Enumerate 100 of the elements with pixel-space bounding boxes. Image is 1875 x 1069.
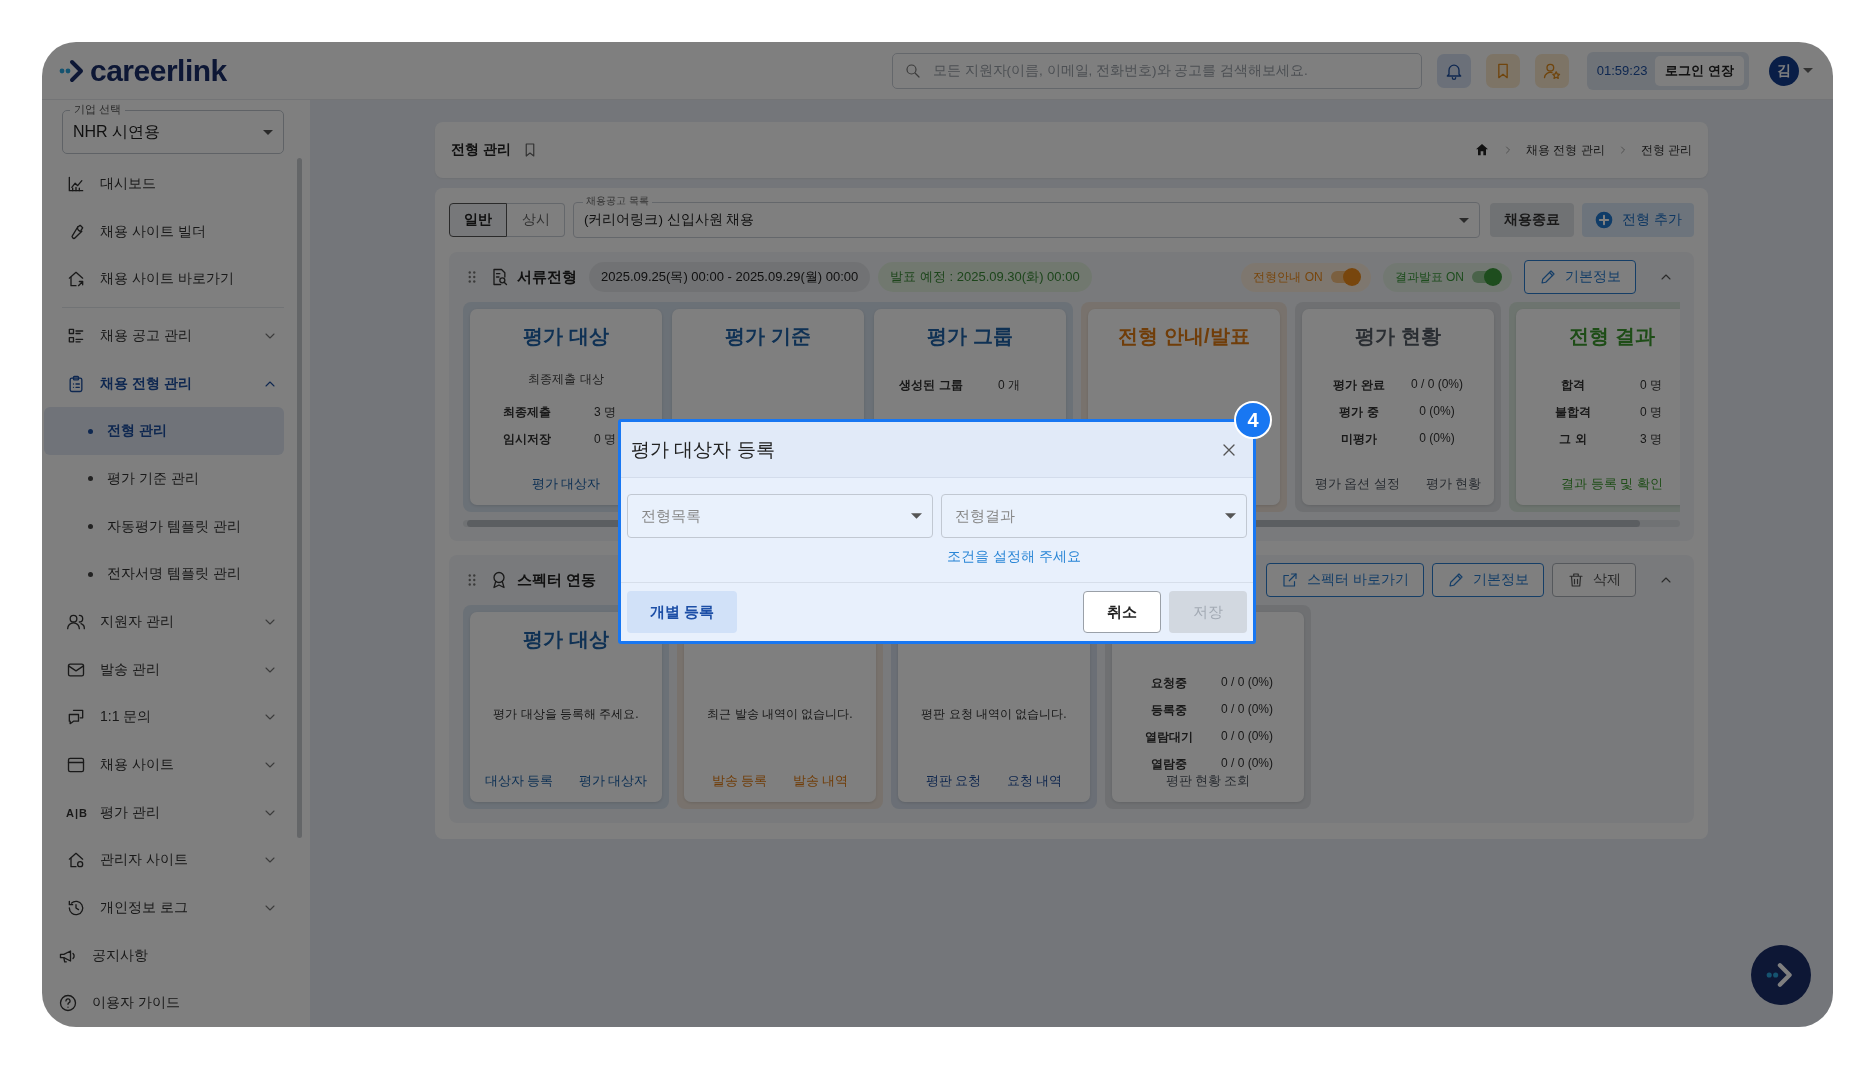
stat-value: 3 명 — [593, 404, 617, 421]
sidebar-item[interactable]: 대시보드 — [44, 160, 284, 208]
trash-icon — [1567, 571, 1585, 589]
announce-chip: 발표 예정 : 2025.09.30(화) 00:00 — [878, 262, 1092, 292]
bookmark-button[interactable] — [1485, 53, 1520, 88]
company-select-value: NHR 시연용 — [73, 121, 161, 142]
edit-button[interactable]: 기본정보 — [1524, 260, 1636, 294]
stat-label: 최종제출 — [502, 404, 552, 421]
sidebar-item[interactable]: 개인정보 로그 — [44, 884, 284, 932]
stat-label: 평가 중 — [1338, 404, 1380, 421]
stat-value: 0 개 — [997, 377, 1021, 394]
select-field[interactable]: 전형결과 — [941, 494, 1247, 538]
breadcrumb-link[interactable]: 채용 전형 관리 — [1526, 141, 1605, 159]
add-stage-button[interactable]: 전형 추가 — [1582, 203, 1694, 237]
profile-button[interactable] — [1534, 53, 1569, 88]
stat-value: 0 (0%) — [1418, 431, 1456, 447]
stat-value: 0 명 — [593, 431, 617, 448]
stat-value: 0 명 — [1639, 377, 1663, 394]
stat-label: 요청중 — [1150, 675, 1188, 692]
card-link[interactable]: 요청 내역 — [1007, 773, 1063, 790]
sidebar-item[interactable]: 채용 공고 관리 — [44, 312, 284, 360]
pencil-icon — [1539, 268, 1557, 286]
stat-label: 생성된 그룹 — [898, 377, 964, 394]
stat-value: 3 명 — [1639, 431, 1663, 448]
card-link[interactable]: 발송 등록 — [711, 773, 767, 790]
caret-icon — [1459, 217, 1470, 223]
extend-login-button[interactable]: 로그인 연장 — [1655, 55, 1744, 86]
sidebar-item[interactable]: 채용 사이트 — [44, 741, 284, 789]
sidebar-subitem[interactable]: 평가 기준 관리 — [44, 455, 284, 503]
stat-label: 등록중 — [1150, 702, 1188, 719]
card-link[interactable]: 평가 대상자 — [579, 773, 648, 790]
external-link-icon — [1281, 571, 1300, 589]
dialog-title: 평가 대상자 등록 — [631, 437, 775, 462]
card-title: 평가 기준 — [725, 324, 811, 349]
stat-label: 평가 완료 — [1332, 377, 1386, 394]
tab[interactable]: 상시 — [507, 203, 565, 237]
stage-title: 서류전형 — [517, 267, 577, 287]
stat-value: 0 / 0 (0%) — [1220, 756, 1274, 772]
company-select-label: 기업 선택 — [70, 102, 126, 116]
individual-register-button[interactable]: 개별 등록 — [627, 591, 738, 633]
stat-label: 열람대기 — [1144, 729, 1194, 746]
sidebar-item[interactable]: 채용 사이트 빌더 — [44, 207, 284, 256]
card-subtitle: 최종제출 대상 — [528, 371, 604, 388]
card-link[interactable]: 평가 옵션 설정 — [1314, 476, 1400, 493]
sidebar-item[interactable]: A|B 평가 관리 — [44, 788, 284, 837]
period-chip: 2025.09.25(목) 00:00 - 2025.09.29(월) 00:00 — [589, 262, 871, 292]
edit-button[interactable]: 기본정보 — [1432, 563, 1544, 597]
card-title: 평가 현황 — [1355, 324, 1441, 349]
home-icon[interactable] — [1474, 142, 1490, 158]
stat-label: 그 외 — [1558, 431, 1588, 448]
sidebar-subitem[interactable]: 자동평가 템플릿 관리 — [44, 502, 284, 551]
card-title: 전형 안내/발표 — [1118, 324, 1250, 349]
cancel-button[interactable]: 취소 — [1083, 591, 1161, 633]
stat-label: 열람중 — [1150, 756, 1188, 773]
stat-value: 0 / 0 (0%) — [1220, 675, 1274, 691]
select-field[interactable]: 전형목록 — [627, 494, 933, 538]
search-icon — [903, 61, 922, 80]
logo-text: careerlink — [90, 53, 227, 88]
toggle-switch[interactable]: 결과발표 ON — [1382, 262, 1512, 292]
sidebar-item[interactable]: 채용 사이트 바로가기 — [44, 255, 284, 303]
caret-icon — [263, 129, 273, 135]
sidebar-item[interactable]: 발송 관리 — [44, 645, 284, 694]
sidebar-item[interactable]: 관리자 사이트 — [44, 836, 284, 885]
tab[interactable]: 일반 — [449, 203, 507, 237]
plus-circle-icon — [1594, 210, 1615, 230]
card-title: 평가 대상 — [523, 324, 609, 349]
card-link[interactable]: 평가 현황 — [1425, 476, 1482, 493]
stat-label: 불합격 — [1554, 404, 1592, 421]
ab-icon: A|B — [66, 806, 86, 819]
posting-select-value: (커리어링크) 신입사원 채용 — [584, 211, 755, 229]
card-link[interactable]: 발송 내역 — [793, 773, 849, 790]
sidebar-item[interactable]: 1:1 문의 — [44, 693, 284, 742]
card-link[interactable]: 평가 대상자 — [531, 476, 601, 493]
card-link[interactable]: 평판 현황 조회 — [1165, 773, 1251, 790]
breadcrumb-link[interactable]: 전형 관리 — [1640, 141, 1692, 159]
stat-value: 0 / 0 (0%) — [1410, 377, 1464, 393]
session-timer: 01:59:23 — [1596, 63, 1648, 78]
sidebar-item[interactable]: 이용자 가이드 — [44, 979, 284, 1027]
posting-select-label: 채용공고 목록 — [583, 195, 652, 207]
notification-button[interactable] — [1436, 53, 1471, 88]
sidebar-item[interactable]: 채용 전형 관리 — [44, 359, 284, 408]
card-link[interactable]: 대상자 등록 — [484, 773, 553, 790]
delete-button[interactable]: 삭제 — [1552, 563, 1636, 597]
caret-icon[interactable] — [1803, 68, 1813, 73]
sidebar-subitem[interactable]: 전자서명 템플릿 관리 — [44, 550, 284, 599]
stat-label: 합격 — [1560, 377, 1586, 394]
open-link-button[interactable]: 스펙터 바로가기 — [1266, 563, 1424, 597]
sidebar-subitem[interactable]: 전형 관리 — [44, 407, 284, 456]
empty-message: 평가 대상을 등록해 주세요. — [493, 706, 639, 723]
card-title: 평가 대상 — [523, 627, 609, 652]
end-recruitment-button[interactable]: 채용종료 — [1490, 203, 1575, 237]
sidebar-item[interactable]: 지원자 관리 — [44, 598, 284, 646]
stat-value: 0 / 0 (0%) — [1220, 702, 1274, 718]
user-avatar[interactable]: 김 — [1769, 55, 1799, 86]
card-link[interactable]: 결과 등록 및 확인 — [1561, 476, 1663, 493]
empty-message: 평판 요청 내역이 없습니다. — [921, 706, 1067, 723]
sidebar-item[interactable]: 공지사항 — [44, 931, 284, 980]
card-title: 평가 그룹 — [927, 324, 1013, 349]
card-link[interactable]: 평판 요청 — [925, 773, 981, 790]
page-title: 전형 관리 — [451, 141, 511, 159]
